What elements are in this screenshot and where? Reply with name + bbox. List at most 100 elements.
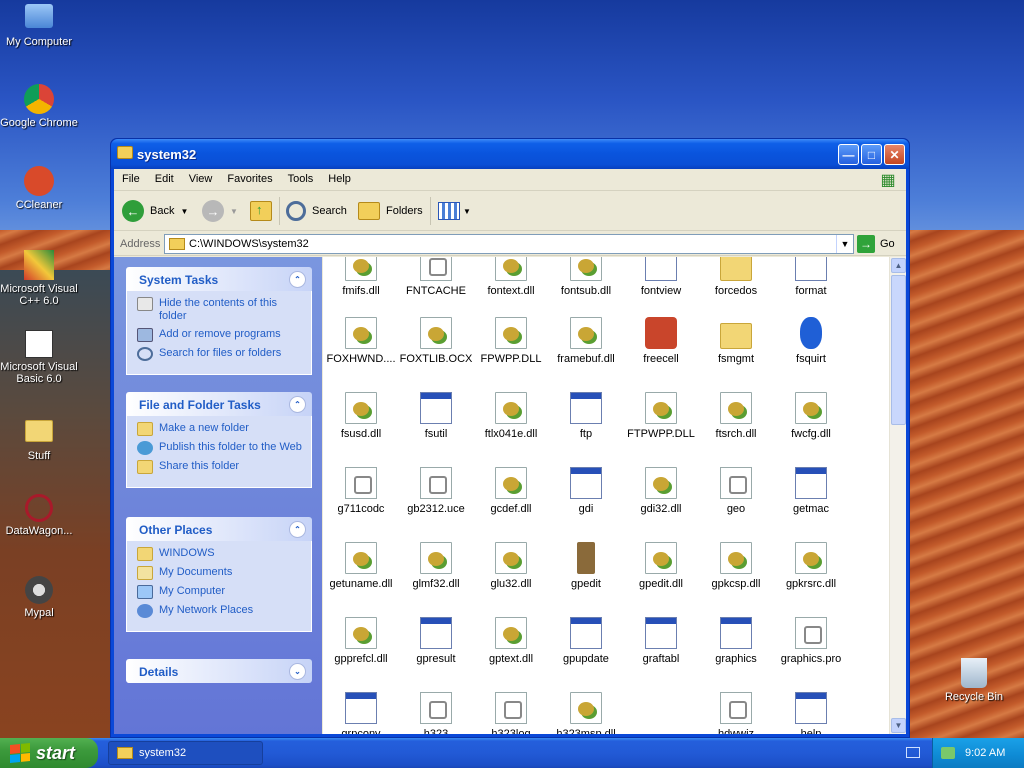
search-button[interactable]: Search bbox=[286, 199, 347, 223]
file-item[interactable]: gpupdate bbox=[548, 617, 624, 665]
expand-icon[interactable]: ⌄ bbox=[289, 663, 306, 680]
forward-button[interactable]: → ▼ bbox=[202, 199, 238, 223]
scrollbar-thumb[interactable] bbox=[891, 275, 906, 425]
file-item[interactable]: forcedos bbox=[698, 257, 774, 297]
file-item[interactable]: graftabl bbox=[623, 617, 699, 665]
clock[interactable]: 9:02 AM bbox=[965, 747, 1005, 759]
file-item[interactable]: glu32.dll bbox=[473, 542, 549, 590]
file-item[interactable]: g711codc bbox=[323, 467, 399, 515]
file-item[interactable]: FTPWPP.DLL bbox=[623, 392, 699, 440]
views-button[interactable]: ▼ bbox=[438, 199, 471, 223]
file-item[interactable]: fsutil bbox=[398, 392, 474, 440]
file-item[interactable]: graphics.pro bbox=[773, 617, 849, 665]
menu-favorites[interactable]: Favorites bbox=[219, 169, 279, 185]
file-item[interactable]: gpkrsrc.dll bbox=[773, 542, 849, 590]
file-item[interactable]: freecell bbox=[623, 317, 699, 365]
desktop-icon-visual-basic[interactable]: Microsoft Visual Basic 6.0 bbox=[0, 330, 78, 385]
file-item[interactable]: getmac bbox=[773, 467, 849, 515]
file-item[interactable]: gpresult bbox=[398, 617, 474, 665]
menu-tools[interactable]: Tools bbox=[280, 169, 321, 185]
place-windows[interactable]: WINDOWS bbox=[137, 547, 305, 561]
collapse-icon[interactable]: ⌃ bbox=[289, 271, 306, 288]
file-item[interactable]: fsquirt bbox=[773, 317, 849, 365]
place-my-network-places[interactable]: My Network Places bbox=[137, 604, 305, 618]
menu-view[interactable]: View bbox=[181, 169, 220, 185]
file-item[interactable]: ftsrch.dll bbox=[698, 392, 774, 440]
close-button[interactable]: ✕ bbox=[884, 144, 905, 165]
go-button[interactable]: → Go bbox=[857, 235, 895, 253]
file-item[interactable]: fontext.dll bbox=[473, 257, 549, 297]
file-item[interactable]: fontsub.dll bbox=[548, 257, 624, 297]
file-folder-tasks-header[interactable]: File and Folder Tasks ⌃ bbox=[126, 392, 312, 416]
file-item[interactable]: framebuf.dll bbox=[548, 317, 624, 365]
minimize-button[interactable]: — bbox=[838, 144, 859, 165]
file-item[interactable]: geo bbox=[698, 467, 774, 515]
task-add-remove-programs[interactable]: Add or remove programs bbox=[137, 328, 305, 342]
task-hide-contents[interactable]: Hide the contents of this folder bbox=[137, 297, 305, 323]
file-item[interactable]: gpedit.dll bbox=[623, 542, 699, 590]
other-places-header[interactable]: Other Places ⌃ bbox=[126, 517, 312, 541]
desktop-icon-ccleaner[interactable]: CCleaner bbox=[0, 166, 78, 211]
file-item[interactable]: gpedit bbox=[548, 542, 624, 590]
file-item[interactable]: h323 bbox=[398, 692, 474, 734]
title-bar[interactable]: system32 — □ ✕ bbox=[111, 139, 909, 169]
place-my-documents[interactable]: My Documents bbox=[137, 566, 305, 580]
file-item[interactable]: FOXTLIB.OCX bbox=[398, 317, 474, 365]
folders-button[interactable]: Folders bbox=[358, 199, 423, 223]
task-make-new-folder[interactable]: Make a new folder bbox=[137, 422, 305, 436]
desktop-icon-visual-cpp[interactable]: Microsoft Visual C++ 6.0 bbox=[0, 250, 78, 307]
back-dropdown-icon[interactable]: ▼ bbox=[180, 207, 188, 216]
file-item[interactable]: grpconv bbox=[323, 692, 399, 734]
file-item[interactable]: gdi bbox=[548, 467, 624, 515]
file-item[interactable]: gcdef.dll bbox=[473, 467, 549, 515]
file-item[interactable]: h323msp.dll bbox=[548, 692, 624, 734]
taskbar-item-system32[interactable]: system32 bbox=[108, 741, 263, 765]
scroll-down-icon[interactable]: ▼ bbox=[891, 718, 906, 733]
details-header[interactable]: Details ⌄ bbox=[126, 659, 312, 683]
desktop-icon-my-computer[interactable]: My Computer bbox=[0, 4, 78, 48]
task-search-files[interactable]: Search for files or folders bbox=[137, 347, 305, 361]
file-item[interactable]: hdwwiz bbox=[698, 692, 774, 734]
file-item[interactable]: fwcfg.dll bbox=[773, 392, 849, 440]
collapse-icon[interactable]: ⌃ bbox=[289, 521, 306, 538]
start-button[interactable]: start bbox=[0, 738, 98, 768]
desktop-icon-google-chrome[interactable]: Google Chrome bbox=[0, 84, 78, 129]
keyboard-icon[interactable] bbox=[906, 747, 920, 758]
vertical-scrollbar[interactable]: ▲ ▼ bbox=[889, 257, 906, 734]
file-item[interactable]: FOXHWND.... bbox=[323, 317, 399, 365]
address-dropdown-icon[interactable]: ▼ bbox=[836, 235, 853, 253]
file-item[interactable]: ftp bbox=[548, 392, 624, 440]
file-item[interactable]: fsusd.dll bbox=[323, 392, 399, 440]
file-item[interactable]: gpkcsp.dll bbox=[698, 542, 774, 590]
desktop-icon-recycle-bin[interactable]: Recycle Bin bbox=[935, 658, 1013, 703]
menu-edit[interactable]: Edit bbox=[147, 169, 181, 185]
network-status-icon[interactable] bbox=[941, 747, 955, 759]
file-item[interactable]: help bbox=[773, 692, 849, 734]
file-item[interactable]: gptext.dll bbox=[473, 617, 549, 665]
file-item[interactable]: ftlx041e.dll bbox=[473, 392, 549, 440]
file-item[interactable]: fmifs.dll bbox=[323, 257, 399, 297]
desktop-icon-stuff[interactable]: Stuff bbox=[0, 414, 78, 462]
file-item[interactable]: format bbox=[773, 257, 849, 297]
menu-help[interactable]: Help bbox=[320, 169, 358, 185]
file-item[interactable]: graphics bbox=[698, 617, 774, 665]
desktop-icon-mypal[interactable]: Mypal bbox=[0, 576, 78, 619]
maximize-button[interactable]: □ bbox=[861, 144, 882, 165]
collapse-icon[interactable]: ⌃ bbox=[289, 396, 306, 413]
back-button[interactable]: ← Back ▼ bbox=[122, 199, 188, 223]
file-item[interactable]: gpprefcl.dll bbox=[323, 617, 399, 665]
up-folder-button[interactable]: ↑ bbox=[250, 199, 272, 223]
scroll-up-icon[interactable]: ▲ bbox=[891, 258, 906, 273]
file-item[interactable]: getuname.dll bbox=[323, 542, 399, 590]
menu-file[interactable]: File bbox=[114, 169, 147, 185]
address-input[interactable]: C:\WINDOWS\system32 ▼ bbox=[164, 234, 854, 254]
file-item[interactable]: gdi32.dll bbox=[623, 467, 699, 515]
forward-dropdown-icon[interactable]: ▼ bbox=[230, 207, 238, 216]
file-item[interactable]: FNTCACHE bbox=[398, 257, 474, 297]
file-item[interactable]: fontview bbox=[623, 257, 699, 297]
file-item[interactable]: gb2312.uce bbox=[398, 467, 474, 515]
task-publish-web[interactable]: Publish this folder to the Web bbox=[137, 441, 305, 455]
file-item[interactable]: glmf32.dll bbox=[398, 542, 474, 590]
task-share-folder[interactable]: Share this folder bbox=[137, 460, 305, 474]
file-item[interactable]: h323log bbox=[473, 692, 549, 734]
